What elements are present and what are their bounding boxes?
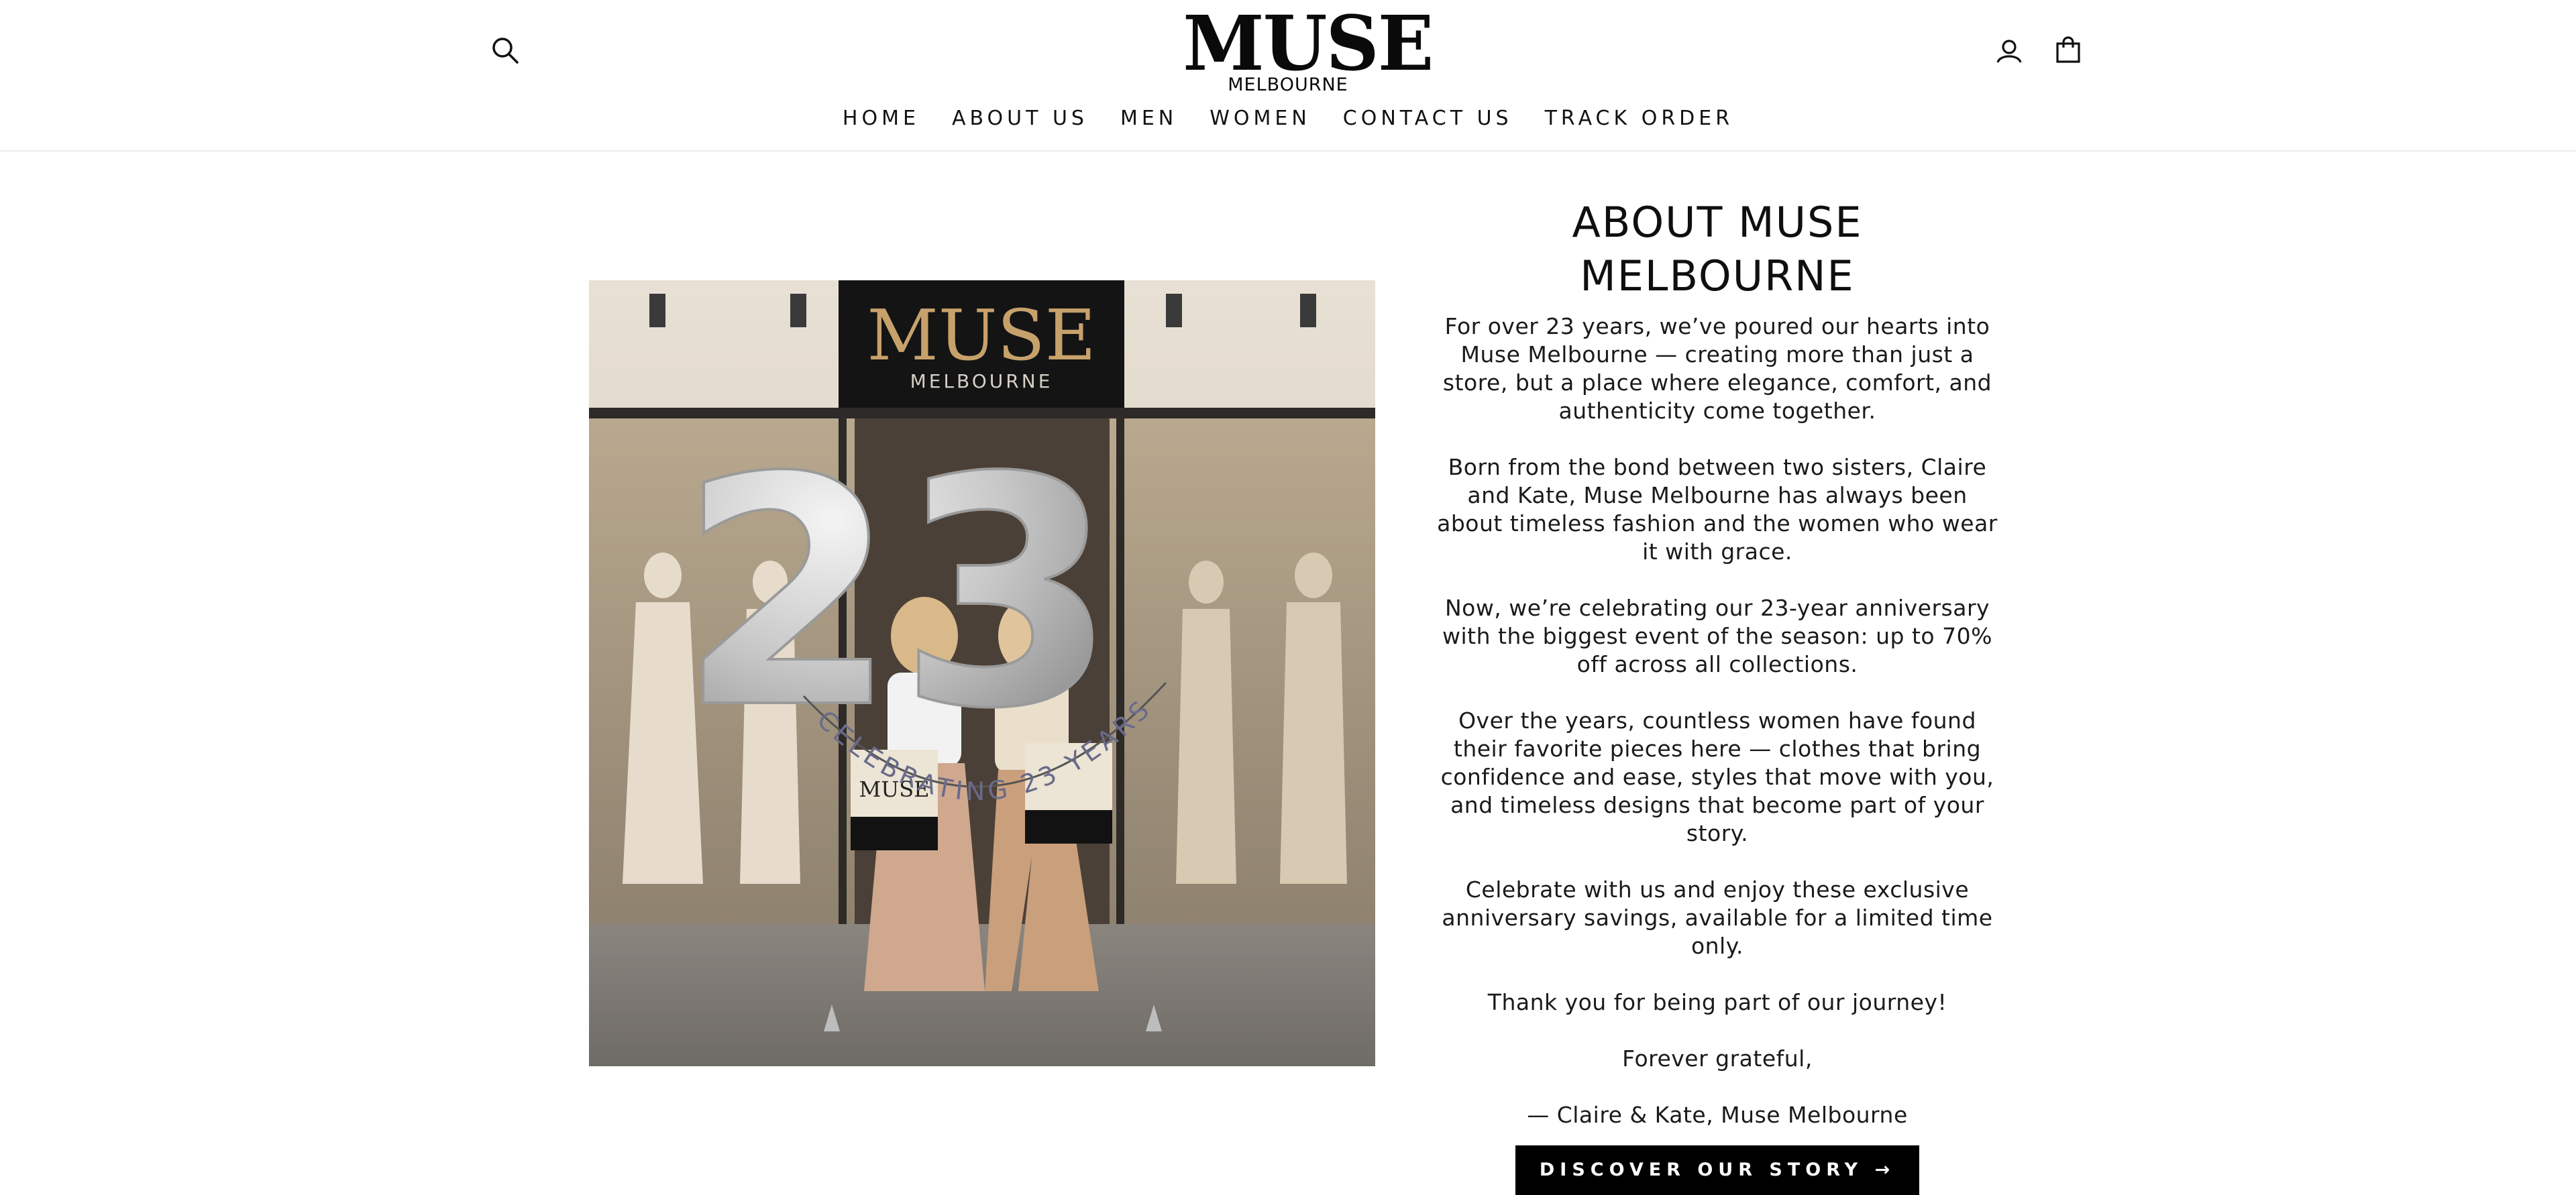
about-paragraph: Born from the bond between two sisters, …: [1437, 454, 1998, 565]
store-anniversary-photo: MUSE MELBOURNE MUSE 23 CELEBRATING 23 YE…: [589, 280, 1375, 1066]
store-sign-text: MUSE: [867, 294, 1095, 376]
about-paragraph: For over 23 years, we’ve poured our hear…: [1442, 313, 1992, 424]
main-nav: HOME ABOUT US MEN WOMEN CONTACT US TRACK…: [0, 102, 2576, 135]
nav-item-contact-us[interactable]: CONTACT US: [1327, 102, 1529, 135]
nav-item-about-us[interactable]: ABOUT US: [936, 102, 1104, 135]
logo-main-text: MUSE: [1183, 0, 1434, 88]
site-logo[interactable]: MUSE MELBOURNE: [1181, 0, 1434, 95]
search-icon[interactable]: [482, 27, 529, 74]
nav-item-men[interactable]: MEN: [1104, 102, 1193, 135]
signoff-text: Forever grateful,: [1622, 1045, 1813, 1072]
store-sign-subtext: MELBOURNE: [910, 370, 1053, 392]
nav-item-women[interactable]: WOMEN: [1193, 102, 1327, 135]
signature-text: — Claire & Kate, Muse Melbourne: [1527, 1102, 1908, 1128]
nav-item-home[interactable]: HOME: [826, 102, 936, 135]
page-title: ABOUT MUSE MELBOURNE: [1572, 198, 1863, 300]
shopping-bag-icon[interactable]: [2045, 27, 2092, 74]
about-section: ABOUT MUSE MELBOURNE For over 23 years, …: [1436, 196, 1999, 1195]
balloon-23-text: 23: [678, 410, 1117, 777]
about-paragraph: Thank you for being part of our journey!: [1487, 989, 1947, 1015]
discover-story-button[interactable]: DISCOVER OUR STORY →: [1515, 1145, 1920, 1195]
about-paragraph: Now, we’re celebrating our 23-year anniv…: [1442, 595, 1992, 677]
about-paragraph: Celebrate with us and enjoy these exclus…: [1442, 876, 1993, 959]
account-icon[interactable]: [1986, 28, 2033, 75]
about-paragraph: Over the years, countless women have fou…: [1440, 707, 1994, 846]
site-header: MUSE MELBOURNE HOME ABOUT US MEN WOMEN C…: [0, 0, 2576, 152]
nav-item-track-order[interactable]: TRACK ORDER: [1529, 102, 1750, 135]
